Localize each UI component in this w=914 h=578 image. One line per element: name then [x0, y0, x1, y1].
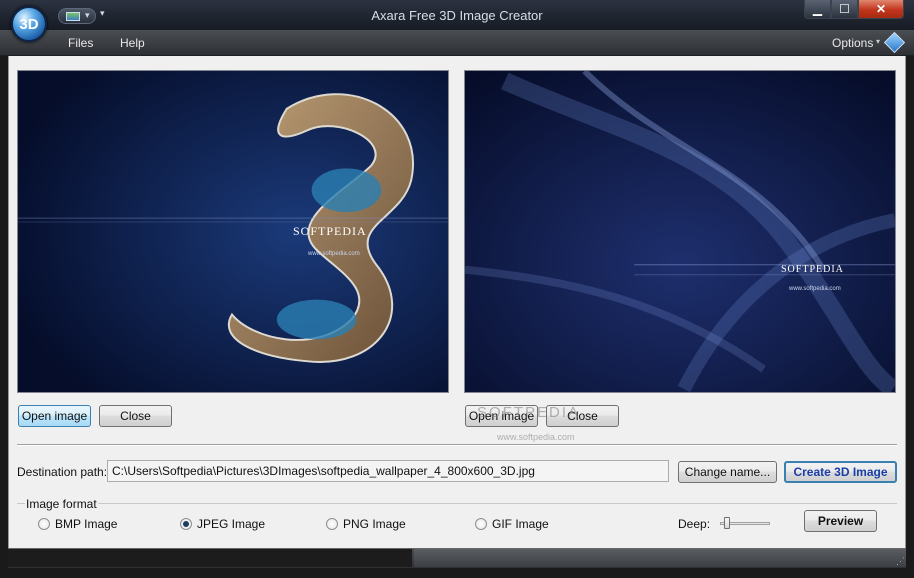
- help-icon[interactable]: [883, 31, 906, 54]
- radio-indicator[interactable]: [180, 518, 192, 530]
- resize-grip-icon[interactable]: ⋰: [896, 556, 905, 567]
- radio-jpeg[interactable]: JPEG Image: [180, 517, 265, 531]
- image-url: www.softpedia.com: [789, 286, 841, 292]
- menu-files[interactable]: Files: [68, 36, 93, 50]
- destination-path-label: Destination path:: [17, 465, 108, 479]
- title-bar: ▾ ▾ Axara Free 3D Image Creator ▁ ☐ ✕: [0, 0, 914, 30]
- status-panel-right: [414, 549, 906, 567]
- menu-options[interactable]: Options: [832, 36, 873, 50]
- image-caption: SOFTPEDIA: [781, 264, 844, 275]
- radio-bmp[interactable]: BMP Image: [38, 517, 117, 531]
- watermark-url: www.softpedia.com: [497, 432, 575, 442]
- image-caption: SOFTPEDIA: [293, 224, 367, 238]
- change-name-button[interactable]: Change name...: [678, 461, 777, 483]
- close-window-button[interactable]: ✕: [858, 0, 904, 19]
- source-image-pane: SOFTPEDIA www.softpedia.com: [17, 70, 449, 393]
- app-menu-button[interactable]: 3D: [11, 6, 47, 42]
- create-3d-image-button[interactable]: Create 3D Image: [784, 461, 897, 483]
- window-title: Axara Free 3D Image Creator: [371, 8, 543, 23]
- radio-label: PNG Image: [343, 517, 406, 531]
- radio-png[interactable]: PNG Image: [326, 517, 406, 531]
- radio-indicator[interactable]: [38, 518, 50, 530]
- source-image: [18, 71, 448, 392]
- watermark: SOFTPEDIA: [477, 404, 581, 421]
- radio-indicator[interactable]: [326, 518, 338, 530]
- menu-bar: Files Help Options ▾: [0, 30, 914, 56]
- minimize-button[interactable]: ▁: [804, 0, 831, 19]
- maximize-button[interactable]: ☐: [831, 0, 858, 19]
- preview-image-pane: SOFTPEDIA www.softpedia.com: [464, 70, 896, 393]
- separator: [17, 444, 897, 446]
- close-image-button-left[interactable]: Close: [99, 405, 172, 427]
- image-format-label: Image format: [25, 497, 98, 511]
- radio-label: BMP Image: [55, 517, 118, 531]
- preview-image: [465, 71, 895, 392]
- deep-slider-thumb[interactable]: [724, 517, 730, 529]
- destination-path-field[interactable]: C:\Users\Softpedia\Pictures\3DImages\sof…: [107, 460, 669, 482]
- radio-label: GIF Image: [492, 517, 549, 531]
- image-url: www.softpedia.com: [308, 251, 360, 257]
- menu-help[interactable]: Help: [120, 36, 145, 50]
- radio-indicator[interactable]: [475, 518, 487, 530]
- deep-label: Deep:: [678, 517, 711, 531]
- open-image-button-left[interactable]: Open image: [18, 405, 91, 427]
- status-panel-left: [8, 549, 412, 567]
- preview-button[interactable]: Preview: [804, 510, 877, 532]
- chevron-down-icon[interactable]: ▾: [876, 37, 880, 46]
- radio-label: JPEG Image: [197, 517, 266, 531]
- radio-gif[interactable]: GIF Image: [475, 517, 549, 531]
